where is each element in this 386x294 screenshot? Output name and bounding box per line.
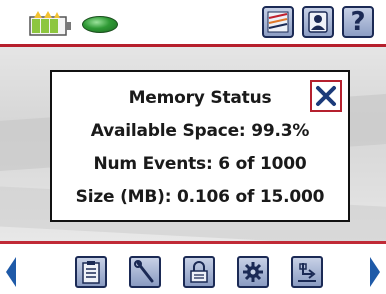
num-events-text: Num Events: 6 of 1000 (93, 154, 307, 174)
top-status-bar: ? (0, 0, 386, 46)
settings-button[interactable] (237, 256, 269, 288)
close-button[interactable] (310, 80, 342, 112)
wrench-button[interactable] (129, 256, 161, 288)
status-led-icon (82, 16, 118, 33)
available-space-text: Available Space: 99.3% (90, 121, 310, 141)
transfer-icon (298, 263, 316, 282)
dialog-title: Memory Status (128, 88, 272, 108)
contacts-icon (308, 11, 328, 33)
memory-status-dialog: Memory Status Available Space: 99.3% Num… (50, 70, 350, 222)
left-arrow-icon[interactable] (4, 255, 18, 289)
contacts-button[interactable] (302, 6, 334, 38)
wrench-icon (134, 260, 154, 283)
help-icon: ? (350, 7, 366, 37)
chart-button[interactable] (262, 6, 294, 38)
lock-button[interactable] (183, 256, 215, 288)
battery-icon (29, 11, 71, 36)
size-text: Size (MB): 0.106 of 15.000 (75, 187, 325, 207)
clipboard-button[interactable] (75, 256, 107, 288)
clipboard-icon (82, 261, 100, 284)
gear-icon (243, 262, 263, 282)
lock-icon (190, 261, 208, 283)
chart-icon (267, 11, 289, 33)
close-icon (316, 86, 336, 106)
transfer-button[interactable] (291, 256, 323, 288)
help-button[interactable]: ? (342, 6, 374, 38)
right-arrow-icon[interactable] (368, 255, 382, 289)
